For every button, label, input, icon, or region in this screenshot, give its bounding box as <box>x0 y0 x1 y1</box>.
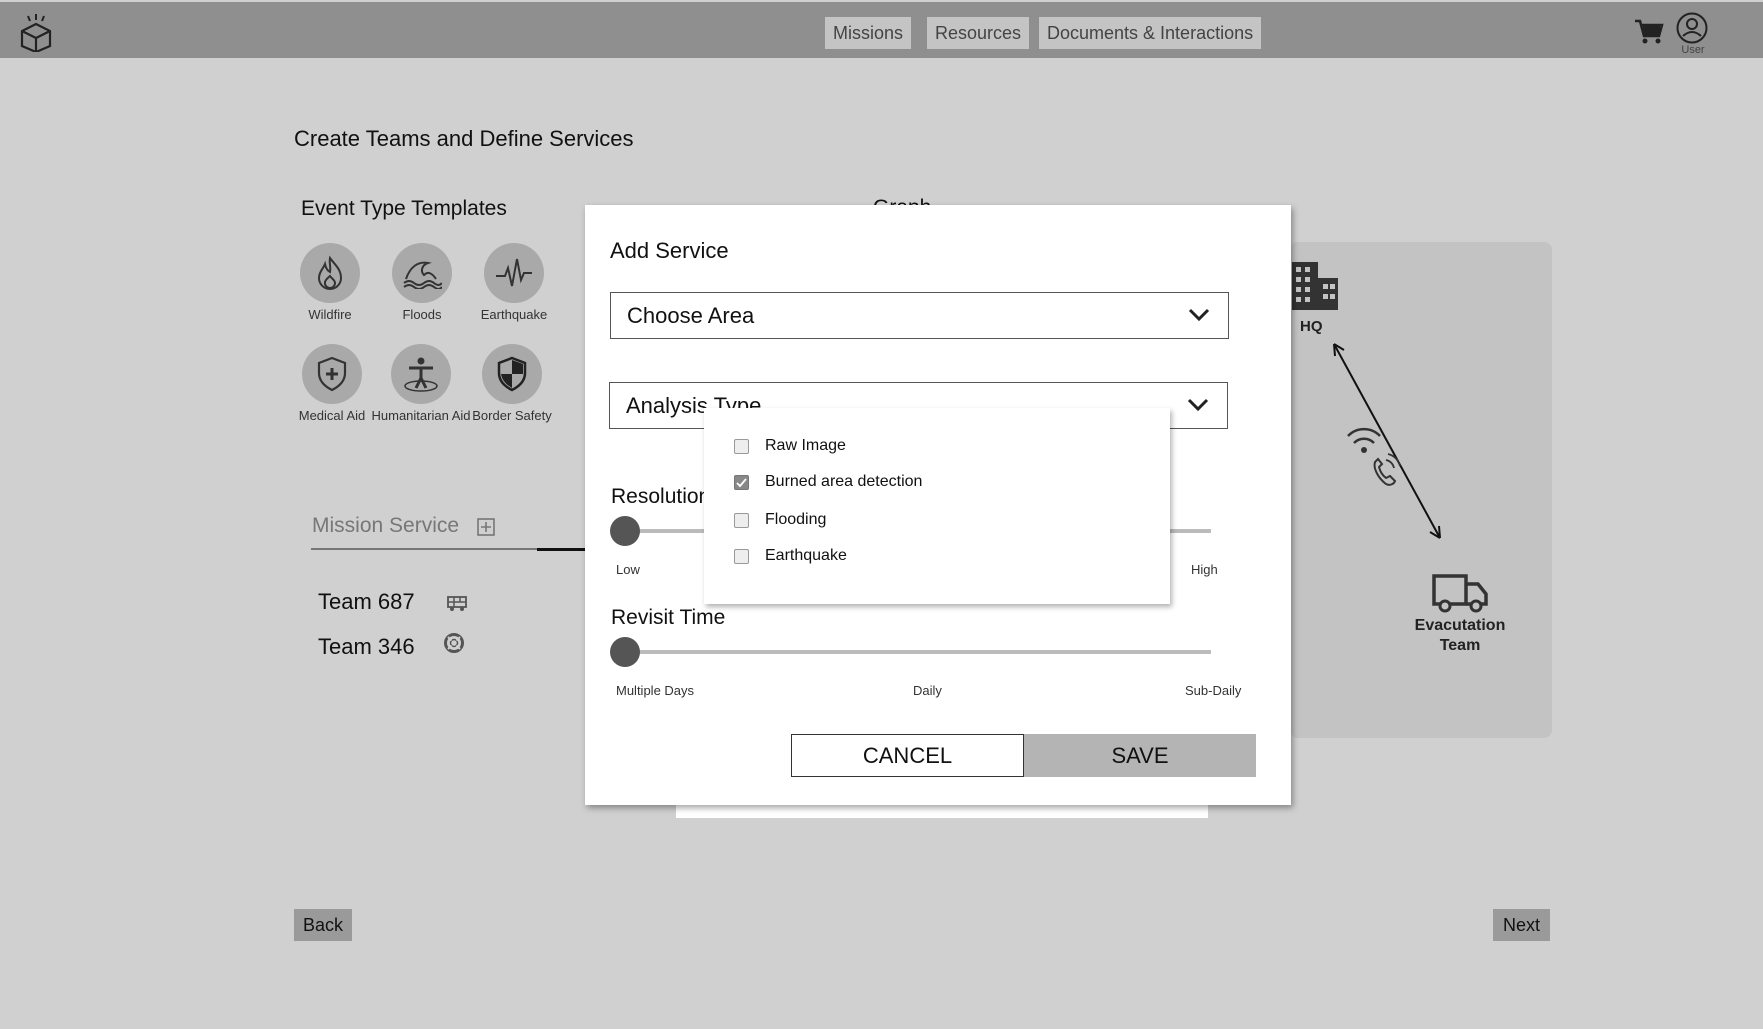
template-border-safety[interactable]: Border Safety <box>462 344 562 423</box>
connection-edge <box>1333 343 1441 539</box>
template-label: Earthquake <box>480 307 548 322</box>
checkbox[interactable] <box>734 512 749 528</box>
cube-logo-icon[interactable] <box>18 12 54 52</box>
template-floods[interactable]: Floods <box>372 243 472 322</box>
tab-underline <box>311 548 537 550</box>
wifi-icon <box>1347 427 1381 453</box>
resolution-label: Resolution <box>611 485 711 508</box>
team-346[interactable]: Team 346 <box>318 634 415 660</box>
option-earthquake[interactable]: Earthquake <box>734 545 847 567</box>
add-box-icon[interactable] <box>477 518 495 536</box>
option-label: Flooding <box>765 511 827 528</box>
choose-area-value: Choose Area <box>627 303 755 328</box>
template-label: Medical Aid <box>298 408 366 423</box>
back-button[interactable]: Back <box>294 909 352 941</box>
fire-truck-icon <box>447 596 467 611</box>
modal-title: Add Service <box>610 238 729 263</box>
resolution-slider-handle[interactable] <box>610 516 640 546</box>
choose-area-select[interactable]: Choose Area <box>610 292 1229 339</box>
cancel-button[interactable]: CANCEL <box>791 734 1024 777</box>
nav-documents-interactions[interactable]: Documents & Interactions <box>1039 17 1262 49</box>
shield-plus-icon <box>317 356 347 392</box>
flame-icon <box>317 255 343 290</box>
wave-icon <box>403 261 442 289</box>
user-label: User <box>1681 44 1705 56</box>
revisit-slider-handle[interactable] <box>610 637 640 667</box>
template-earthquake[interactable]: Earthquake <box>464 243 564 322</box>
option-label: Raw Image <box>765 437 846 454</box>
revisit-tick-daily: Daily <box>913 683 942 698</box>
option-label: Burned area detection <box>765 473 923 490</box>
save-button[interactable]: SAVE <box>1024 734 1256 777</box>
next-button[interactable]: Next <box>1493 909 1550 941</box>
template-label: Border Safety <box>472 408 552 423</box>
template-wildfire[interactable]: Wildfire <box>280 243 380 322</box>
truck-icon <box>1432 574 1488 613</box>
checkbox[interactable] <box>734 438 749 454</box>
person-icon <box>404 357 438 392</box>
revisit-slider-track[interactable] <box>625 650 1211 654</box>
nav-missions[interactable]: Missions <box>825 17 912 49</box>
revisit-tick-sub-daily: Sub-Daily <box>1185 683 1242 698</box>
building-icon <box>1292 262 1338 310</box>
nav-resources[interactable]: Resources <box>927 17 1030 49</box>
checkbox[interactable] <box>734 548 749 564</box>
evacuation-team-label: Evacutation Team <box>1414 617 1506 654</box>
phone-call-icon <box>1373 453 1401 486</box>
revisit-tick-multiple-days: Multiple Days <box>616 683 695 698</box>
option-burned-area-detection[interactable]: Burned area detection <box>734 471 922 493</box>
option-label: Earthquake <box>765 547 847 564</box>
template-humanitarian-aid[interactable]: Humanitarian Aid <box>371 344 471 423</box>
check-icon <box>736 477 747 487</box>
template-label: Wildfire <box>308 307 352 322</box>
user-icon[interactable] <box>1676 12 1708 44</box>
template-label: Floods <box>402 307 442 322</box>
cart-icon[interactable] <box>1634 18 1664 46</box>
revisit-time-label: Revisit Time <box>611 606 726 629</box>
security-shield-icon <box>497 356 527 392</box>
analysis-type-dropdown: Raw Image Burned area detection Flooding… <box>704 408 1170 604</box>
resolution-tick-low: Low <box>616 562 640 577</box>
seismic-icon <box>496 258 532 287</box>
chevron-down-icon <box>1187 398 1209 412</box>
top-bar: Missions Resources Documents & Interacti… <box>0 0 1763 58</box>
template-medical-aid[interactable]: Medical Aid <box>282 344 382 423</box>
template-label: Humanitarian Aid <box>371 408 471 423</box>
option-flooding[interactable]: Flooding <box>734 509 826 531</box>
resolution-tick-high: High <box>1191 562 1218 577</box>
tab-mission-service[interactable]: Mission Service <box>312 514 459 538</box>
option-raw-image[interactable]: Raw Image <box>734 435 846 457</box>
lifebuoy-icon <box>444 633 464 653</box>
team-687[interactable]: Team 687 <box>318 589 415 615</box>
chevron-down-icon <box>1188 308 1210 322</box>
templates-title: Event Type Templates <box>301 197 507 220</box>
checkbox-checked[interactable] <box>734 474 749 490</box>
page-title: Create Teams and Define Services <box>294 126 634 151</box>
